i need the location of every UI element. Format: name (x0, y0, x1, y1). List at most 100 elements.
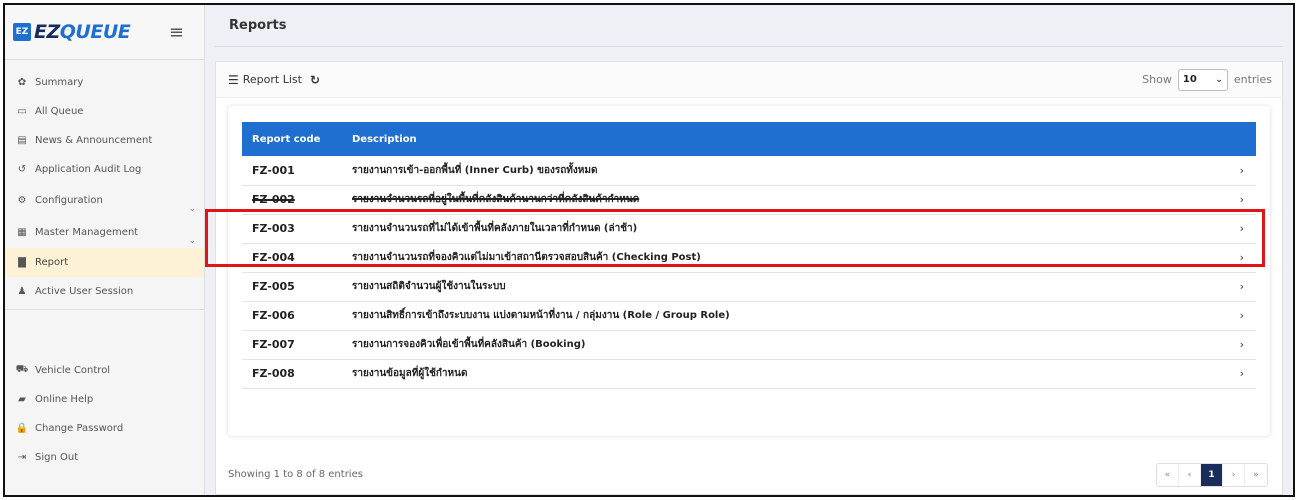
chevron-right-icon[interactable]: › (1216, 214, 1256, 243)
panel-title: Report List (242, 73, 302, 86)
sidebar-item-change-password[interactable]: 🔒 Change Password (5, 414, 204, 443)
book-icon: ▰ (18, 394, 26, 405)
sidebar-item-news[interactable]: ▤ News & Announcement (5, 126, 204, 155)
chevron-right-icon[interactable]: › (1216, 185, 1256, 214)
report-code: FZ-005 (252, 280, 295, 293)
sidebar-item-label: Application Audit Log (35, 164, 142, 175)
report-description: รายงานสิทธิ์การเข้าถึงระบบงาน แบ่งตามหน้… (352, 310, 730, 321)
history-icon: ↺ (17, 164, 27, 175)
table-icon: ▦ (17, 226, 27, 238)
show-label: Show (1142, 73, 1172, 86)
sidebar-item-all-queue[interactable]: ▭ All Queue (5, 97, 204, 126)
report-description: รายงานจำนวนรถที่อยู่ในพื้นที่คลังสินค้าน… (352, 194, 640, 205)
sidebar-item-report[interactable]: ▇ Report (5, 248, 204, 277)
next-page-button[interactable]: › (1223, 464, 1245, 486)
report-description: รายงานการเข้า-ออกพื้นที่ (Inner Curb) ขอ… (352, 164, 598, 176)
table-card: Report code Description FZ-001 รายงานการ… (228, 106, 1270, 436)
column-header-code[interactable]: Report code (242, 122, 342, 156)
report-code: FZ-004 (252, 251, 295, 264)
chevron-right-icon[interactable]: › (1216, 156, 1256, 185)
sidebar-item-label: Online Help (35, 394, 94, 405)
file-icon: ▇ (18, 257, 26, 268)
page-title: Reports (215, 5, 1283, 47)
sidebar-item-label: Summary (35, 77, 84, 88)
sidebar-item-label: Configuration (35, 194, 103, 206)
truck-icon: ⛟ (15, 364, 29, 375)
chevron-right-icon[interactable]: › (1216, 272, 1256, 301)
report-description: รายงานการจองคิวเพื่อเข้าพื้นที่คลังสินค้… (352, 339, 586, 350)
chevron-down-icon[interactable]: ⌄ (188, 236, 196, 246)
sidebar: EZ EZQUEUE ≡ ✿ Summary ▭ All Queue ▤ New… (5, 5, 205, 495)
table-row[interactable]: FZ-003 รายงานจำนวนรถที่ไม่ได้เข้าพื้นที่… (242, 214, 1256, 243)
app-frame: EZ EZQUEUE ≡ ✿ Summary ▭ All Queue ▤ New… (3, 3, 1295, 497)
sidebar-item-label: Master Management (35, 226, 139, 238)
report-code: FZ-001 (252, 163, 295, 177)
sidebar-item-online-help[interactable]: ▰ Online Help (5, 385, 204, 414)
sidebar-menu: ✿ Summary ▭ All Queue ▤ News & Announcem… (5, 60, 204, 472)
report-description: รายงานจำนวนรถที่จองคิวแต่ไม่มาเข้าสถานีต… (352, 252, 701, 263)
sidebar-item-label: Sign Out (35, 452, 79, 463)
sidebar-item-active-user-session[interactable]: ♟ Active User Session (5, 277, 204, 306)
chevron-right-icon[interactable]: › (1216, 301, 1256, 330)
main-content: Reports ☰ Report List ↻ Show 10 ⌄ entrie… (205, 5, 1293, 495)
logo-mark: EZ (13, 23, 31, 41)
table-header-row: Report code Description (242, 122, 1256, 156)
report-table: Report code Description FZ-001 รายงานการ… (242, 122, 1256, 389)
table-row[interactable]: FZ-005 รายงานสถิติจำนวนผู้ใช้งานในระบบ › (242, 272, 1256, 301)
sidebar-item-label: Change Password (35, 423, 124, 434)
entries-label: entries (1233, 73, 1272, 86)
chevron-down-icon[interactable]: ⌄ (188, 204, 196, 214)
prev-page-button[interactable]: ‹ (1179, 464, 1201, 486)
dashboard-icon: ✿ (17, 77, 27, 88)
report-description: รายงานจำนวนรถที่ไม่ได้เข้าพื้นที่คลังภาย… (352, 223, 638, 234)
monitor-icon: ▭ (17, 106, 27, 117)
chevron-right-icon[interactable]: › (1216, 359, 1256, 388)
chevron-right-icon[interactable]: › (1216, 243, 1256, 272)
refresh-icon[interactable]: ↻ (310, 73, 320, 87)
brand[interactable]: EZ EZQUEUE ≡ (5, 5, 204, 60)
report-code: FZ-008 (252, 367, 295, 380)
sidebar-item-label: News & Announcement (35, 135, 153, 146)
cogs-icon: ⚙ (17, 194, 27, 206)
newspaper-icon: ▤ (17, 135, 27, 146)
report-code: FZ-002 (252, 193, 295, 206)
sidebar-item-master-management[interactable]: ▦ Master Management ⌄ (5, 216, 204, 248)
table-row[interactable]: FZ-004 รายงานจำนวนรถที่จองคิวแต่ไม่มาเข้… (242, 243, 1256, 272)
page-length-control: Show 10 ⌄ entries (1142, 68, 1272, 91)
first-page-button[interactable]: « (1157, 464, 1179, 486)
table-row[interactable]: FZ-001 รายงานการเข้า-ออกพื้นที่ (Inner C… (242, 156, 1256, 185)
report-code: FZ-007 (252, 338, 295, 351)
entries-value: 10 (1182, 74, 1197, 85)
last-page-button[interactable]: » (1245, 464, 1267, 486)
table-row[interactable]: FZ-002 รายงานจำนวนรถที่อยู่ในพื้นที่คลัง… (242, 185, 1256, 214)
lock-icon: 🔒 (15, 423, 29, 434)
sidebar-item-label: All Queue (35, 106, 84, 117)
sidebar-item-audit-log[interactable]: ↺ Application Audit Log (5, 155, 204, 184)
user-icon: ♟ (17, 286, 27, 297)
report-code: FZ-003 (252, 222, 295, 235)
sidebar-item-sign-out[interactable]: ⇥ Sign Out (5, 443, 204, 472)
pagination: « ‹ 1 › » (1156, 463, 1268, 487)
report-code: FZ-006 (252, 309, 295, 322)
table-row[interactable]: FZ-008 รายงานข้อมูลที่ผู้ใช้กำหนด › (242, 359, 1256, 388)
report-description: รายงานข้อมูลที่ผู้ใช้กำหนด (352, 368, 468, 379)
table-info: Showing 1 to 8 of 8 entries (228, 469, 363, 480)
chevron-right-icon[interactable]: › (1216, 330, 1256, 359)
panel-header: ☰ Report List ↻ Show 10 ⌄ entries (216, 62, 1282, 98)
sidebar-item-summary[interactable]: ✿ Summary (5, 68, 204, 97)
hamburger-icon[interactable]: ≡ (169, 22, 184, 43)
report-list-panel: ☰ Report List ↻ Show 10 ⌄ entries Report… (215, 61, 1283, 495)
sidebar-item-vehicle-control[interactable]: ⛟ Vehicle Control (5, 356, 204, 385)
chevron-down-icon: ⌄ (1215, 74, 1223, 85)
sidebar-item-configuration[interactable]: ⚙ Configuration ⌄ (5, 184, 204, 216)
sidebar-item-label: Report (35, 257, 69, 268)
table-row[interactable]: FZ-006 รายงานสิทธิ์การเข้าถึงระบบงาน แบ่… (242, 301, 1256, 330)
column-header-description[interactable]: Description (342, 122, 1216, 156)
list-icon: ☰ (228, 72, 239, 87)
sign-out-icon: ⇥ (17, 452, 27, 463)
entries-select[interactable]: 10 ⌄ (1177, 68, 1228, 91)
logo-text: EZQUEUE (34, 21, 131, 43)
page-button-current[interactable]: 1 (1201, 464, 1223, 486)
sidebar-item-label: Vehicle Control (35, 365, 111, 376)
table-row[interactable]: FZ-007 รายงานการจองคิวเพื่อเข้าพื้นที่คล… (242, 330, 1256, 359)
